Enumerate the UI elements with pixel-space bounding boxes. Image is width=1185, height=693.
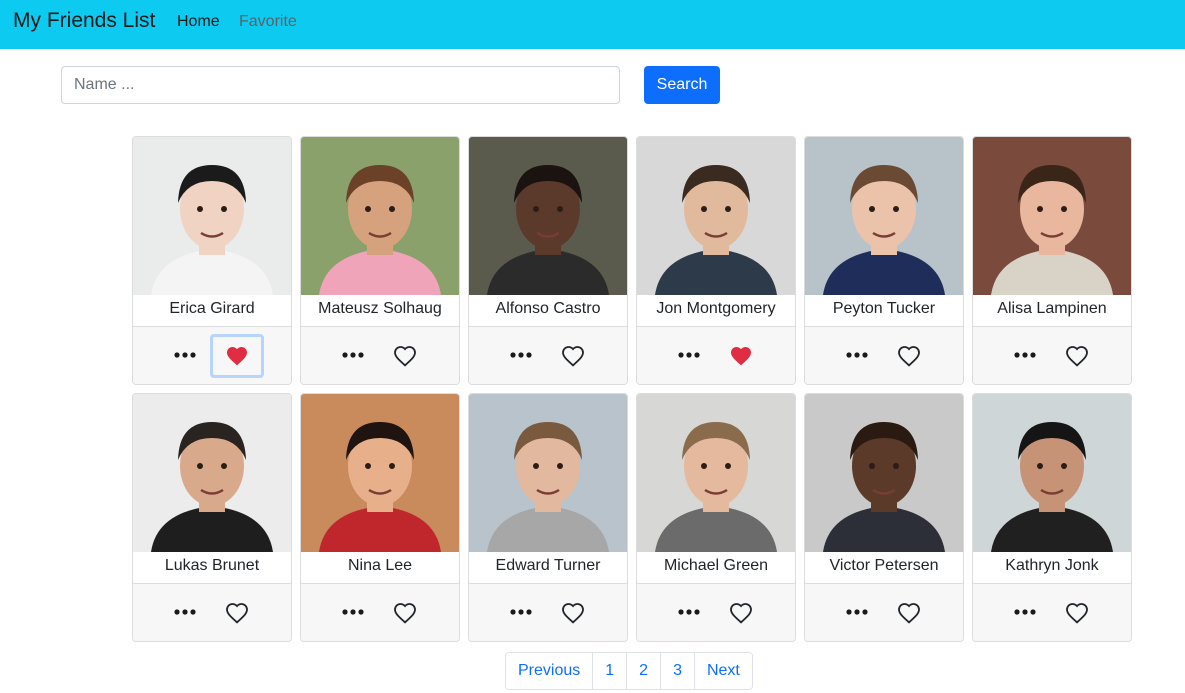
- favorite-button[interactable]: [1050, 591, 1104, 635]
- card-actions: [301, 327, 459, 384]
- heart-icon: [227, 347, 247, 366]
- friend-photo: [805, 137, 963, 295]
- friend-card: Michael Green: [636, 393, 796, 642]
- pagination-page-1[interactable]: 1: [593, 653, 628, 689]
- card-actions: [805, 327, 963, 384]
- friend-photo: [301, 394, 459, 552]
- pagination-previous[interactable]: Previous: [506, 653, 594, 689]
- friend-name: Lukas Brunet: [133, 552, 291, 584]
- friend-card: Jon Montgomery: [636, 136, 796, 385]
- pagination: Previous 1 2 3 Next: [505, 652, 753, 690]
- friend-photo: [805, 394, 963, 552]
- friend-card: Alisa Lampinen: [972, 136, 1132, 385]
- friend-name: Peyton Tucker: [805, 295, 963, 327]
- friend-photo: [469, 394, 627, 552]
- favorite-button[interactable]: [714, 591, 768, 635]
- friend-name: Alfonso Castro: [469, 295, 627, 327]
- heart-icon: [394, 603, 416, 624]
- pagination-next[interactable]: Next: [694, 653, 752, 689]
- more-horizontal-icon[interactable]: [843, 345, 871, 365]
- friend-name: Victor Petersen: [805, 552, 963, 584]
- card-actions: [133, 327, 291, 384]
- friend-name: Kathryn Jonk: [973, 552, 1131, 584]
- pagination-page-2[interactable]: 2: [627, 653, 662, 689]
- card-actions: [469, 327, 627, 384]
- friend-name: Jon Montgomery: [637, 295, 795, 327]
- search-input[interactable]: [61, 66, 620, 104]
- card-actions: [973, 327, 1131, 384]
- friend-card: Edward Turner: [468, 393, 628, 642]
- friend-name: Erica Girard: [133, 295, 291, 327]
- friend-photo: [637, 394, 795, 552]
- friend-photo: [637, 137, 795, 295]
- favorite-button[interactable]: [210, 334, 264, 378]
- card-actions: [637, 327, 795, 384]
- nav-link-home[interactable]: Home: [177, 13, 220, 31]
- more-horizontal-icon[interactable]: [843, 602, 871, 622]
- friend-card: Alfonso Castro: [468, 136, 628, 385]
- friend-card: Kathryn Jonk: [972, 393, 1132, 642]
- heart-icon: [562, 603, 584, 624]
- friend-card: Erica Girard: [132, 136, 292, 385]
- friend-photo: [133, 137, 291, 295]
- favorite-button[interactable]: [378, 591, 432, 635]
- more-horizontal-icon[interactable]: [507, 602, 535, 622]
- more-horizontal-icon[interactable]: [171, 345, 199, 365]
- favorite-button[interactable]: [882, 334, 936, 378]
- friend-card: Lukas Brunet: [132, 393, 292, 642]
- friend-photo: [133, 394, 291, 552]
- card-actions: [301, 584, 459, 641]
- favorite-button[interactable]: [882, 591, 936, 635]
- friend-name: Nina Lee: [301, 552, 459, 584]
- heart-icon: [731, 347, 751, 366]
- nav-link-favorite[interactable]: Favorite: [239, 13, 297, 31]
- favorite-button[interactable]: [546, 334, 600, 378]
- search-button[interactable]: Search: [644, 66, 720, 104]
- heart-icon: [898, 603, 920, 624]
- navbar: My Friends List Home Favorite: [0, 0, 1185, 49]
- more-horizontal-icon[interactable]: [339, 345, 367, 365]
- friend-name: Alisa Lampinen: [973, 295, 1131, 327]
- more-horizontal-icon[interactable]: [1011, 602, 1039, 622]
- friend-photo: [469, 137, 627, 295]
- heart-icon: [226, 603, 248, 624]
- friend-name: Mateusz Solhaug: [301, 295, 459, 327]
- more-horizontal-icon[interactable]: [339, 602, 367, 622]
- favorite-button[interactable]: [546, 591, 600, 635]
- friend-photo: [973, 137, 1131, 295]
- favorite-button[interactable]: [714, 334, 768, 378]
- friend-photo: [301, 137, 459, 295]
- card-actions: [973, 584, 1131, 641]
- brand-title[interactable]: My Friends List: [13, 9, 155, 33]
- friend-card: Victor Petersen: [804, 393, 964, 642]
- card-actions: [805, 584, 963, 641]
- friend-photo: [973, 394, 1131, 552]
- friend-card: Peyton Tucker: [804, 136, 964, 385]
- heart-icon: [562, 346, 584, 367]
- friend-card: Nina Lee: [300, 393, 460, 642]
- heart-icon: [1066, 346, 1088, 367]
- more-horizontal-icon[interactable]: [675, 345, 703, 365]
- favorite-button[interactable]: [378, 334, 432, 378]
- card-actions: [637, 584, 795, 641]
- pagination-page-3[interactable]: 3: [661, 653, 695, 689]
- more-horizontal-icon[interactable]: [675, 602, 703, 622]
- favorite-button[interactable]: [210, 591, 264, 635]
- friend-card: Mateusz Solhaug: [300, 136, 460, 385]
- friend-name: Edward Turner: [469, 552, 627, 584]
- heart-icon: [1066, 603, 1088, 624]
- more-horizontal-icon[interactable]: [507, 345, 535, 365]
- heart-icon: [898, 346, 920, 367]
- heart-icon: [730, 603, 752, 624]
- more-horizontal-icon[interactable]: [1011, 345, 1039, 365]
- heart-icon: [394, 346, 416, 367]
- more-horizontal-icon[interactable]: [171, 602, 199, 622]
- friend-name: Michael Green: [637, 552, 795, 584]
- card-actions: [133, 584, 291, 641]
- favorite-button[interactable]: [1050, 334, 1104, 378]
- card-actions: [469, 584, 627, 641]
